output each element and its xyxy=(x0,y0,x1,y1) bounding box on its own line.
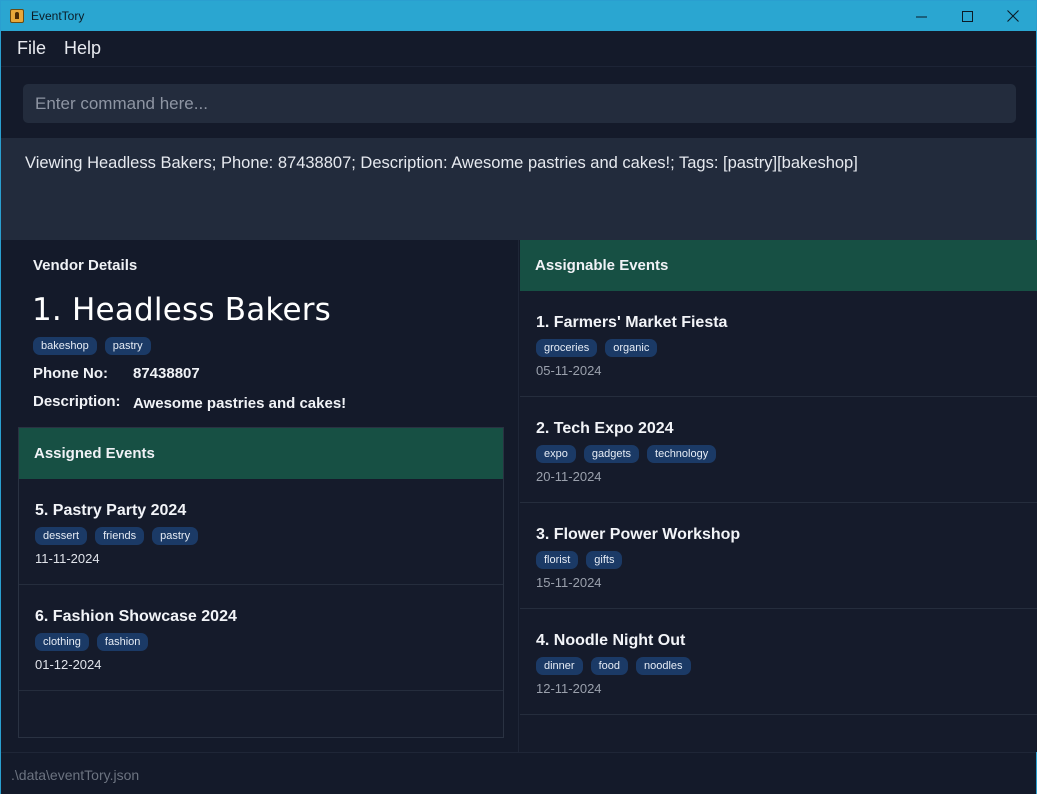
tag: fashion xyxy=(96,633,149,651)
vendor-name: 1. Headless Bakers xyxy=(32,292,332,328)
tag: bakeshop xyxy=(33,337,97,355)
vendor-pane: Vendor Details 1. Headless Bakers bakesh… xyxy=(1,240,518,752)
description-row: Description: Awesome pastries and cakes! xyxy=(33,393,346,412)
tag: organic xyxy=(605,339,658,357)
tag: expo xyxy=(536,445,576,463)
vendor-details-label: Vendor Details xyxy=(33,257,138,274)
event-card[interactable]: 6. Fashion Showcase 2024 clothing fashio… xyxy=(19,585,503,691)
description-value: Awesome pastries and cakes! xyxy=(133,395,347,412)
menu-file[interactable]: File xyxy=(17,38,46,59)
event-card[interactable]: 3. Flower Power Workshop florist gifts 1… xyxy=(520,503,1037,609)
event-date: 01-12-2024 xyxy=(35,657,102,672)
event-card[interactable]: 1. Farmers' Market Fiesta groceries orga… xyxy=(520,291,1037,397)
tag: technology xyxy=(647,445,717,463)
app-icon xyxy=(10,9,24,23)
assignable-events-panel: Assignable Events 1. Farmers' Market Fie… xyxy=(520,240,1037,752)
assigned-events-header: Assigned Events xyxy=(19,428,503,479)
event-tags: dessert friends pastry xyxy=(35,527,199,545)
event-date: 15-11-2024 xyxy=(536,575,602,590)
window-controls xyxy=(898,1,1036,31)
close-button[interactable] xyxy=(990,1,1036,31)
event-tags: groceries organic xyxy=(536,339,658,357)
command-input[interactable] xyxy=(23,84,1016,123)
event-tags: expo gadgets technology xyxy=(536,445,717,463)
tag: pastry xyxy=(104,337,151,355)
tag: noodles xyxy=(636,657,691,675)
tag: gadgets xyxy=(583,445,640,463)
event-tags: clothing fashion xyxy=(35,633,149,651)
menu-help[interactable]: Help xyxy=(64,38,101,59)
result-text: Viewing Headless Bakers; Phone: 87438807… xyxy=(25,154,858,172)
tag: friends xyxy=(95,527,145,545)
event-card[interactable]: 4. Noodle Night Out dinner food noodles … xyxy=(520,609,1037,715)
assignable-pane: Assignable Events 1. Farmers' Market Fie… xyxy=(518,240,1037,752)
event-title: 4. Noodle Night Out xyxy=(536,632,686,649)
tag: gifts xyxy=(586,551,623,569)
maximize-button[interactable] xyxy=(944,1,990,31)
save-location: .\data\eventTory.json xyxy=(11,767,140,783)
window-title: EventTory xyxy=(31,9,85,23)
tag: florist xyxy=(536,551,579,569)
status-bar: .\data\eventTory.json xyxy=(1,752,1036,794)
event-title: 6. Fashion Showcase 2024 xyxy=(35,608,237,625)
tag: clothing xyxy=(35,633,89,651)
event-date: 05-11-2024 xyxy=(536,363,602,378)
event-date: 11-11-2024 xyxy=(35,551,100,566)
result-display[interactable]: Viewing Headless Bakers; Phone: 87438807… xyxy=(1,138,1036,240)
event-title: 2. Tech Expo 2024 xyxy=(536,420,674,437)
phone-label: Phone No: xyxy=(33,365,108,382)
assigned-events-panel: Assigned Events 5. Pastry Party 2024 des… xyxy=(18,427,504,738)
maximize-icon xyxy=(961,10,973,22)
tag: pastry xyxy=(152,527,199,545)
event-title: 1. Farmers' Market Fiesta xyxy=(536,314,728,331)
event-tags: florist gifts xyxy=(536,551,623,569)
minimize-icon xyxy=(915,16,927,17)
event-tags: dinner food noodles xyxy=(536,657,691,675)
tag: groceries xyxy=(536,339,598,357)
event-title: 5. Pastry Party 2024 xyxy=(35,502,187,519)
command-area xyxy=(1,68,1036,138)
event-card[interactable]: 5. Pastry Party 2024 dessert friends pas… xyxy=(19,479,503,585)
event-date: 12-11-2024 xyxy=(536,681,602,696)
tag: dinner xyxy=(536,657,583,675)
event-date: 20-11-2024 xyxy=(536,469,602,484)
event-title: 3. Flower Power Workshop xyxy=(536,526,741,543)
phone-row: Phone No: 87438807 xyxy=(33,365,200,382)
minimize-button[interactable] xyxy=(898,1,944,31)
assignable-events-header: Assignable Events xyxy=(520,240,1037,291)
tag: food xyxy=(590,657,628,675)
phone-value: 87438807 xyxy=(133,365,200,382)
close-icon xyxy=(1007,10,1019,22)
app-window: EventTory File Help Viewing Headless Bak… xyxy=(0,0,1037,794)
event-card[interactable]: 2. Tech Expo 2024 expo gadgets technolog… xyxy=(520,397,1037,503)
tag: dessert xyxy=(35,527,88,545)
vendor-tags: bakeshop pastry xyxy=(33,337,151,355)
title-bar[interactable]: EventTory xyxy=(1,1,1036,31)
description-label: Description: xyxy=(33,393,121,410)
menu-bar: File Help xyxy=(1,31,1036,67)
